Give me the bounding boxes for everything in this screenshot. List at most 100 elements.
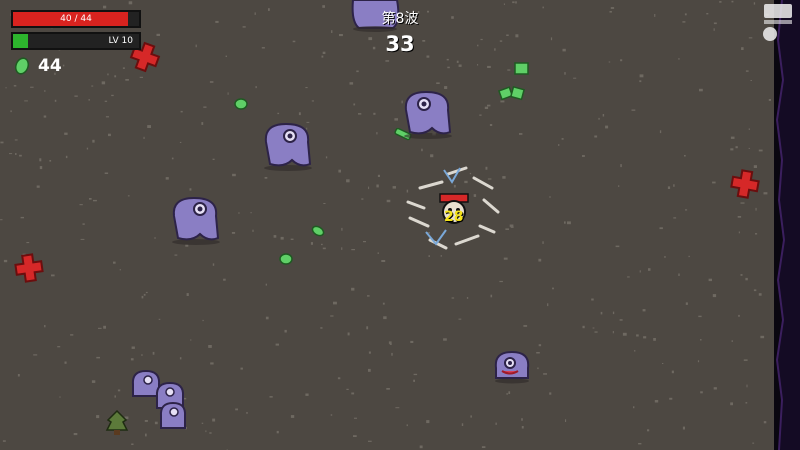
- floor-speckle: [605, 125, 609, 129]
- floor-speckle: [654, 14, 656, 17]
- floor-speckle: [758, 149, 763, 152]
- floor-speckle: [567, 221, 571, 225]
- floor-speckle: [639, 270, 641, 273]
- floor-speckle: [768, 99, 771, 101]
- floor-speckle: [436, 82, 440, 84]
- floor-speckle: [351, 392, 355, 395]
- floor-speckle: [86, 147, 89, 150]
- floor-speckle: [395, 407, 400, 409]
- floor-speckle: [337, 377, 341, 380]
- floor-speckle: [591, 298, 594, 301]
- floor-speckle: [758, 293, 762, 296]
- floor-speckle: [209, 432, 212, 434]
- floor-speckle: [653, 338, 656, 341]
- floor-speckle: [763, 421, 767, 424]
- floor-speckle: [39, 166, 43, 170]
- floor-speckle: [752, 442, 755, 444]
- floor-speckle: [506, 393, 508, 395]
- floor-speckle: [165, 177, 169, 180]
- floor-speckle: [719, 1, 722, 3]
- floor-speckle: [246, 412, 248, 414]
- floor-speckle: [443, 338, 447, 341]
- floor-speckle: [738, 231, 740, 234]
- floor-speckle: [745, 277, 748, 281]
- floor-speckle: [385, 60, 390, 62]
- floor-speckle: [9, 153, 13, 155]
- floor-speckle: [252, 229, 254, 232]
- floor-speckle: [320, 327, 323, 329]
- floor-speckle: [638, 443, 642, 445]
- floor-speckle: [127, 195, 130, 197]
- floor-speckle: [542, 6, 544, 9]
- floor-speckle: [685, 302, 688, 305]
- game-arena: 40 / 44 LV 10 44 第8波 33 28: [0, 0, 800, 450]
- floor-speckle: [667, 186, 671, 189]
- floor-speckle: [484, 106, 489, 109]
- floor-speckle: [383, 316, 387, 320]
- floor-speckle: [65, 155, 68, 159]
- floor-speckle: [662, 363, 664, 364]
- floor-speckle: [592, 327, 595, 329]
- floor-speckle: [202, 319, 204, 322]
- floor-speckle: [413, 379, 415, 382]
- floor-speckle: [305, 87, 308, 89]
- floor-speckle: [290, 415, 295, 418]
- floor-speckle: [290, 238, 294, 240]
- floor-speckle: [477, 44, 479, 47]
- floor-speckle: [682, 426, 685, 430]
- floor-speckle: [351, 249, 355, 251]
- floor-speckle: [108, 133, 111, 137]
- floor-speckle: [19, 154, 22, 157]
- floor-speckle: [346, 388, 349, 390]
- floor-speckle: [612, 311, 615, 315]
- floor-speckle: [639, 80, 642, 83]
- floor-speckle: [564, 221, 566, 224]
- floor-speckle: [631, 109, 636, 111]
- floor-speckle: [353, 435, 357, 437]
- floor-speckle: [190, 339, 192, 341]
- health-bar: 40 / 44: [11, 10, 141, 28]
- floor-speckle: [351, 287, 355, 291]
- floor-speckle: [499, 40, 503, 42]
- floor-speckle: [361, 198, 364, 200]
- floor-speckle: [70, 334, 74, 336]
- wave-timer: 33: [385, 32, 415, 56]
- floor-speckle: [212, 418, 216, 422]
- floor-speckle: [708, 278, 712, 282]
- floor-speckle: [232, 173, 236, 177]
- floor-speckle: [573, 77, 577, 79]
- floor-speckle: [64, 132, 68, 135]
- floor-speckle: [105, 116, 109, 118]
- floor-speckle: [688, 255, 690, 258]
- floor-speckle: [104, 100, 108, 102]
- floor-speckle: [730, 136, 735, 139]
- floor-speckle: [643, 336, 647, 339]
- floor-speckle: [62, 64, 65, 67]
- floor-speckle: [225, 55, 227, 57]
- floor-speckle: [682, 21, 686, 23]
- floor-speckle: [339, 34, 343, 37]
- floor-speckle: [377, 174, 380, 177]
- floor-speckle: [466, 297, 469, 299]
- floor-speckle: [171, 157, 174, 160]
- health-cross-icon: [14, 253, 44, 283]
- floor-speckle: [430, 154, 434, 158]
- floor-speckle: [111, 94, 114, 97]
- floor-speckle: [331, 30, 333, 33]
- floor-speckle: [91, 380, 96, 383]
- floor-speckle: [510, 226, 514, 228]
- floor-speckle: [292, 40, 296, 43]
- floor-speckle: [697, 360, 700, 363]
- floor-speckle: [521, 426, 524, 429]
- floor-speckle: [382, 302, 385, 305]
- floor-speckle: [609, 11, 612, 13]
- floor-speckle: [15, 153, 17, 155]
- floor-speckle: [208, 345, 212, 348]
- floor-speckle: [143, 293, 146, 296]
- floor-speckle: [647, 429, 650, 432]
- enemy-alien: [494, 350, 530, 384]
- floor-speckle: [410, 340, 414, 343]
- floor-speckle: [368, 368, 371, 372]
- floor-speckle: [503, 3, 505, 5]
- floor-speckle: [143, 136, 145, 139]
